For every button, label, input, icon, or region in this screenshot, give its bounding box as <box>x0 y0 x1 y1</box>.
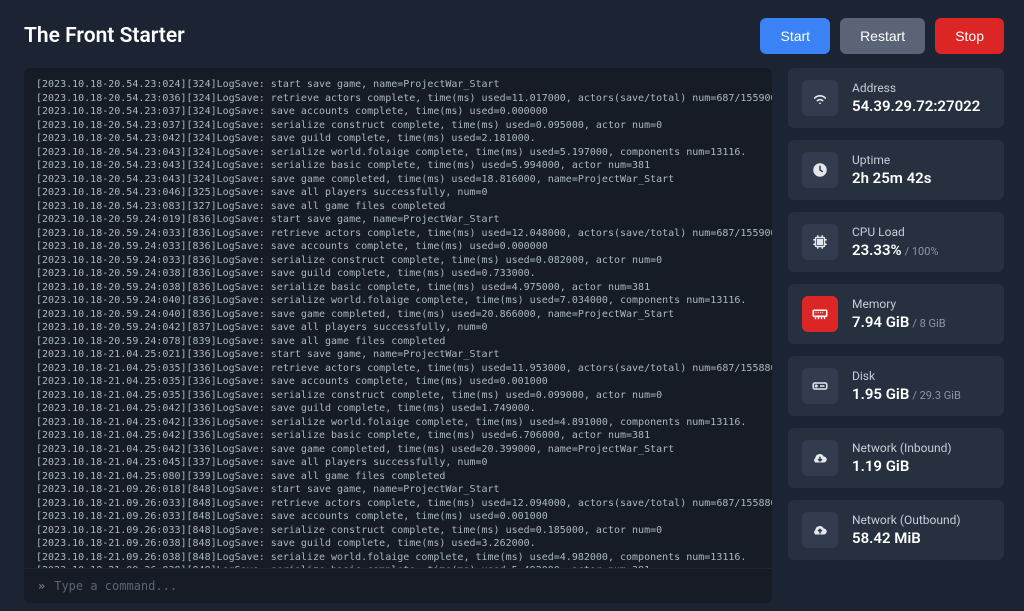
action-buttons: Start Restart Stop <box>760 18 1004 54</box>
clock-icon <box>802 152 838 188</box>
stat-label: Disk <box>852 369 990 383</box>
stat-value: 54.39.29.72:27022 <box>852 97 990 115</box>
stat-label: Network (Inbound) <box>852 441 990 455</box>
stat-value: 7.94 GiB/ 8 GiB <box>852 313 990 331</box>
cloud-up-icon <box>802 512 838 548</box>
stat-uptime: Uptime 2h 25m 42s <box>788 140 1004 200</box>
console-panel: [2023.10.18-20.54.23:024][324]LogSave: s… <box>24 68 772 603</box>
memory-icon <box>802 296 838 332</box>
stat-value: 2h 25m 42s <box>852 169 990 187</box>
page-title: The Front Starter <box>24 24 185 48</box>
cpu-icon <box>802 224 838 260</box>
command-bar: » <box>24 568 772 603</box>
stats-sidebar: Address 54.39.29.72:27022 Uptime 2h 25m … <box>788 68 1004 603</box>
stat-value: 1.19 GiB <box>852 457 990 475</box>
stat-label: CPU Load <box>852 225 990 239</box>
restart-button[interactable]: Restart <box>840 18 925 54</box>
stat-value: 58.42 MiB <box>852 529 990 547</box>
stat-network-inbound: Network (Inbound) 1.19 GiB <box>788 428 1004 488</box>
stat-address: Address 54.39.29.72:27022 <box>788 68 1004 128</box>
stat-label: Network (Outbound) <box>852 513 990 527</box>
stat-memory: Memory 7.94 GiB/ 8 GiB <box>788 284 1004 344</box>
start-button[interactable]: Start <box>760 18 830 54</box>
wifi-icon <box>802 80 838 116</box>
stat-label: Address <box>852 81 990 95</box>
stat-value: 1.95 GiB/ 29.3 GiB <box>852 385 990 403</box>
cloud-down-icon <box>802 440 838 476</box>
console-log[interactable]: [2023.10.18-20.54.23:024][324]LogSave: s… <box>24 68 772 568</box>
stop-button[interactable]: Stop <box>935 18 1004 54</box>
stat-value: 23.33%/ 100% <box>852 241 990 259</box>
stat-cpu: CPU Load 23.33%/ 100% <box>788 212 1004 272</box>
stat-label: Uptime <box>852 153 990 167</box>
stat-label: Memory <box>852 297 990 311</box>
disk-icon <box>802 368 838 404</box>
command-input[interactable] <box>54 579 758 593</box>
stat-disk: Disk 1.95 GiB/ 29.3 GiB <box>788 356 1004 416</box>
stat-network-outbound: Network (Outbound) 58.42 MiB <box>788 500 1004 560</box>
prompt-icon: » <box>38 579 42 593</box>
